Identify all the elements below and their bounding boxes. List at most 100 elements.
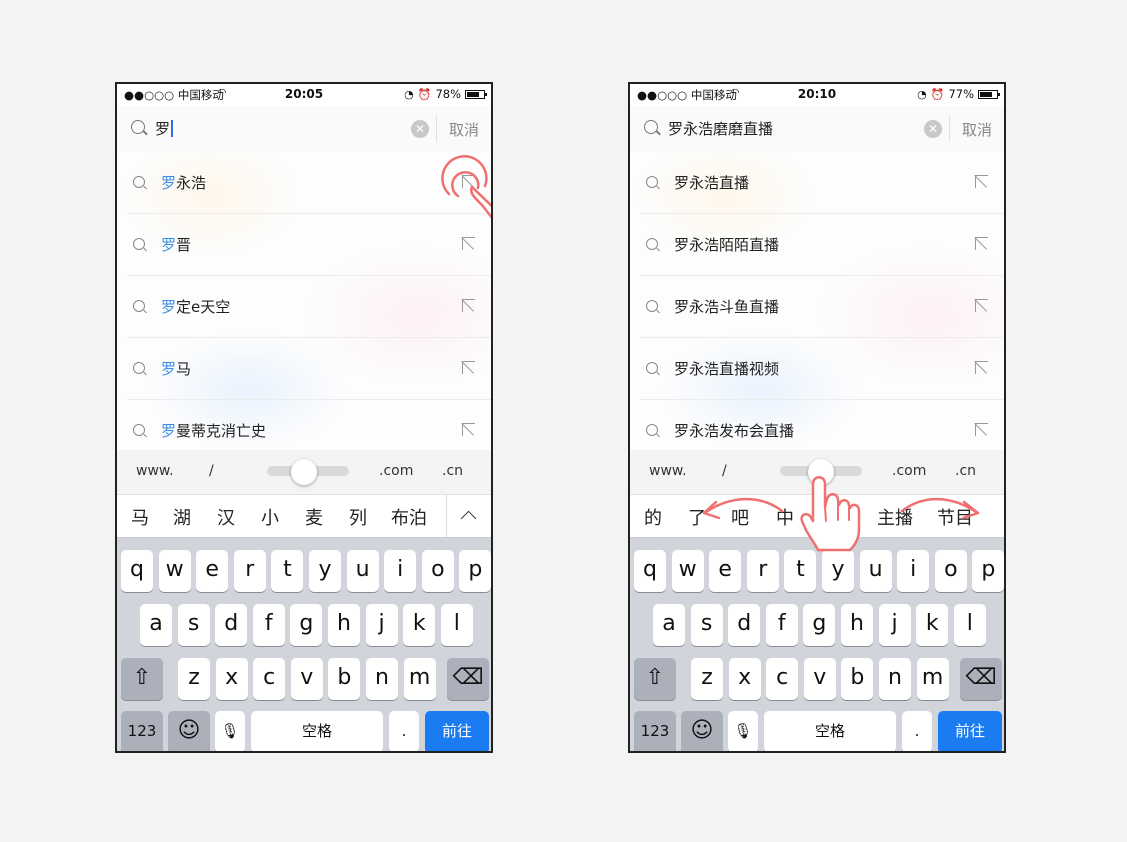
key-c[interactable]: c [253, 658, 286, 700]
fill-arrow-icon[interactable] [975, 175, 988, 188]
key-i[interactable]: i [897, 550, 930, 592]
key-w[interactable]: w [671, 550, 704, 592]
cursor-slider-knob[interactable] [291, 459, 317, 485]
candidate-word[interactable]: 中 [776, 504, 794, 530]
key-h[interactable]: h [328, 604, 360, 646]
www-shortcut[interactable]: www. [649, 463, 687, 479]
candidate-word[interactable]: 麦 [305, 504, 323, 530]
fill-arrow-icon[interactable] [462, 423, 475, 436]
cn-shortcut[interactable]: .cn [442, 463, 463, 479]
key-o[interactable]: o [421, 550, 454, 592]
emoji-key-icon[interactable]: ☺ [681, 711, 723, 751]
key-u[interactable]: u [859, 550, 892, 592]
key-d[interactable]: d [215, 604, 248, 646]
key-x[interactable]: x [728, 658, 761, 700]
key-y[interactable]: y [822, 550, 854, 592]
key-q[interactable]: q [634, 550, 666, 592]
key-s[interactable]: s [177, 604, 210, 646]
suggestion-row[interactable]: 罗马 [117, 338, 491, 400]
key-j[interactable]: j [878, 604, 911, 646]
key-p[interactable]: p [459, 550, 491, 592]
fill-arrow-icon[interactable] [975, 423, 988, 436]
numbers-key[interactable]: 123 [121, 711, 163, 751]
key-w[interactable]: w [158, 550, 191, 592]
space-key[interactable]: 空格 [251, 711, 383, 751]
slash-shortcut[interactable]: / [722, 463, 727, 479]
microphone-key-icon[interactable]: 🎙 [215, 711, 245, 751]
fill-arrow-icon[interactable] [462, 299, 475, 312]
cancel-button[interactable]: 取消 [449, 119, 479, 140]
com-shortcut[interactable]: .com [379, 463, 413, 479]
period-key[interactable]: . [389, 711, 419, 751]
candidate-word[interactable]: 马 [131, 504, 149, 530]
fill-arrow-icon[interactable] [462, 361, 475, 374]
key-l[interactable]: l [440, 604, 473, 646]
key-t[interactable]: t [271, 550, 304, 592]
key-a[interactable]: a [653, 604, 685, 646]
candidate-word[interactable]: 节目 [937, 504, 973, 530]
key-b[interactable]: b [841, 658, 874, 700]
key-s[interactable]: s [690, 604, 723, 646]
cancel-button[interactable]: 取消 [962, 119, 992, 140]
key-z[interactable]: z [691, 658, 723, 700]
key-z[interactable]: z [178, 658, 210, 700]
suggestion-row[interactable]: 罗永浩直播 [630, 152, 1004, 214]
key-n[interactable]: n [366, 658, 398, 700]
fill-arrow-icon[interactable] [462, 237, 475, 250]
key-u[interactable]: u [346, 550, 379, 592]
key-v[interactable]: v [803, 658, 836, 700]
com-shortcut[interactable]: .com [892, 463, 926, 479]
candidate-word[interactable]: 布泊 [391, 504, 427, 530]
key-c[interactable]: c [766, 658, 799, 700]
key-l[interactable]: l [953, 604, 986, 646]
candidate-word[interactable]: 湖 [173, 504, 191, 530]
candidate-word[interactable]: 列 [349, 504, 367, 530]
key-m[interactable]: m [916, 658, 949, 700]
key-h[interactable]: h [841, 604, 873, 646]
suggestion-row[interactable]: 罗晋 [117, 214, 491, 276]
www-shortcut[interactable]: www. [136, 463, 174, 479]
candidate-word[interactable]: 吧 [731, 504, 749, 530]
key-q[interactable]: q [121, 550, 153, 592]
key-k[interactable]: k [403, 604, 436, 646]
shift-key-icon[interactable]: ⇧ [634, 658, 676, 700]
space-key[interactable]: 空格 [764, 711, 896, 751]
candidate-word[interactable]: 了 [688, 504, 706, 530]
fill-arrow-icon[interactable] [975, 361, 988, 374]
numbers-key[interactable]: 123 [634, 711, 676, 751]
search-input[interactable]: 罗永浩磨磨直播 [668, 118, 773, 139]
key-f[interactable]: f [765, 604, 798, 646]
key-o[interactable]: o [934, 550, 967, 592]
suggestion-row[interactable]: 罗曼蒂克消亡史 [117, 400, 491, 450]
period-key[interactable]: . [902, 711, 932, 751]
go-key[interactable]: 前往 [938, 711, 1002, 751]
suggestion-row[interactable]: 罗永浩 [117, 152, 491, 214]
key-r[interactable]: r [746, 550, 779, 592]
key-g[interactable]: g [290, 604, 323, 646]
key-b[interactable]: b [328, 658, 361, 700]
suggestion-row[interactable]: 罗定e天空 [117, 276, 491, 338]
emoji-key-icon[interactable]: ☺ [168, 711, 210, 751]
key-e[interactable]: e [196, 550, 229, 592]
microphone-key-icon[interactable]: 🎙 [728, 711, 758, 751]
cn-shortcut[interactable]: .cn [955, 463, 976, 479]
expand-candidates-icon[interactable] [446, 495, 491, 537]
key-d[interactable]: d [728, 604, 761, 646]
key-j[interactable]: j [365, 604, 398, 646]
key-e[interactable]: e [709, 550, 742, 592]
search-input[interactable]: 罗 [155, 118, 174, 139]
key-t[interactable]: t [784, 550, 817, 592]
candidate-word[interactable]: 小 [261, 504, 279, 530]
candidate-word[interactable]: 汉 [217, 504, 235, 530]
fill-arrow-icon[interactable] [462, 175, 475, 188]
go-key[interactable]: 前往 [425, 711, 489, 751]
candidate-word[interactable]: 主播 [877, 504, 913, 530]
backspace-key-icon[interactable]: ⌫ [960, 658, 1002, 700]
key-k[interactable]: k [916, 604, 949, 646]
key-f[interactable]: f [252, 604, 285, 646]
key-r[interactable]: r [233, 550, 266, 592]
cursor-slider-knob[interactable] [808, 459, 834, 485]
key-g[interactable]: g [803, 604, 836, 646]
shift-key-icon[interactable]: ⇧ [121, 658, 163, 700]
suggestion-row[interactable]: 罗永浩发布会直播 [630, 400, 1004, 450]
